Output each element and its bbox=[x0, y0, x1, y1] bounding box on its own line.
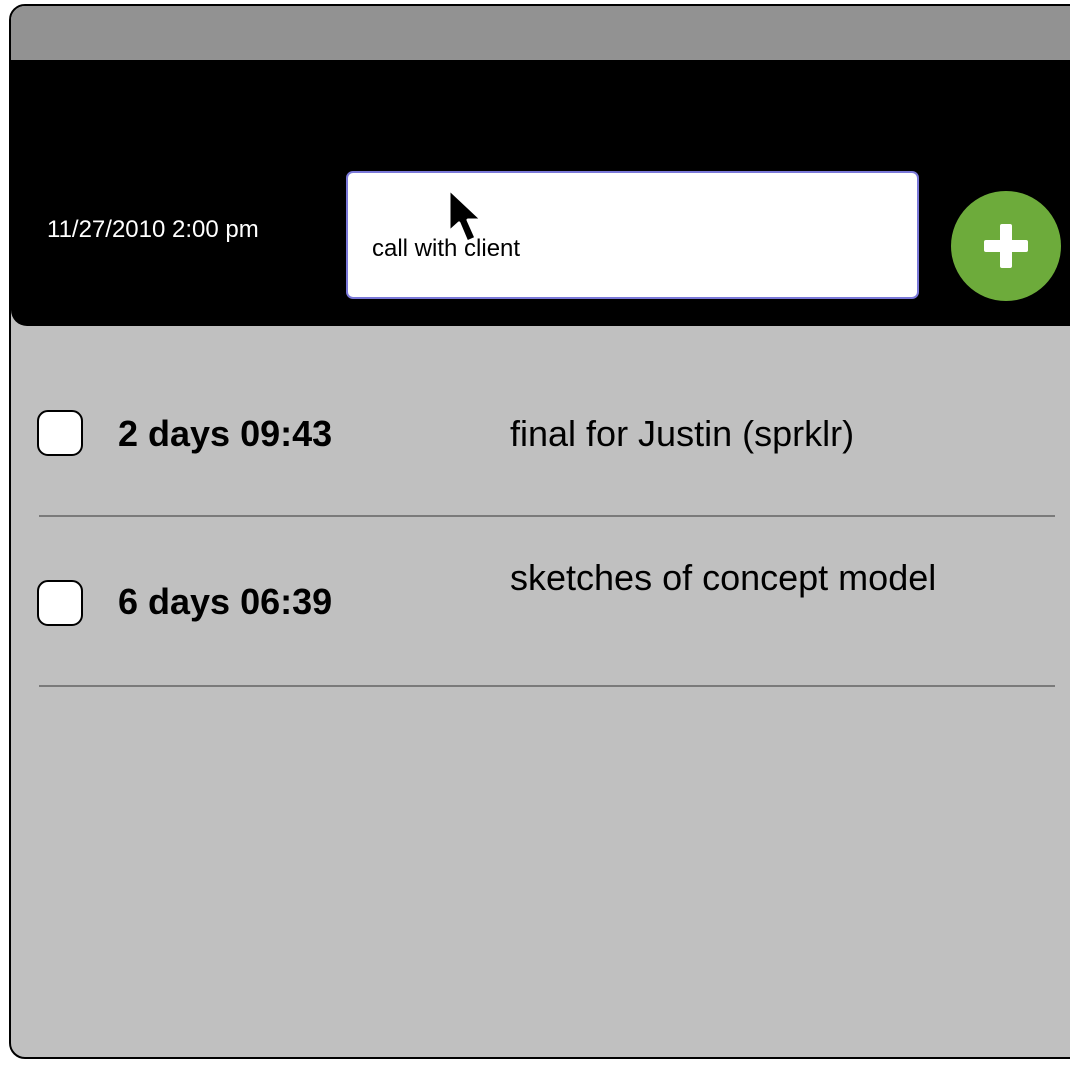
task-checkbox[interactable] bbox=[37, 410, 83, 456]
task-time-remaining: 6 days 06:39 bbox=[118, 581, 333, 622]
task-description: sketches of concept model bbox=[510, 557, 937, 598]
task-time-remaining: 2 days 09:43 bbox=[118, 413, 333, 454]
row-divider bbox=[39, 685, 1055, 687]
title-bar[interactable] bbox=[11, 6, 1070, 60]
new-task-header: 11/27/2010 2:00 pm bbox=[11, 60, 1070, 326]
row-divider bbox=[39, 515, 1055, 517]
app-window: 11/27/2010 2:00 pm 2 days 09:43 final fo… bbox=[9, 4, 1070, 1059]
task-checkbox[interactable] bbox=[37, 580, 83, 626]
task-description: final for Justin (sprklr) bbox=[510, 413, 855, 454]
datetime-label[interactable]: 11/27/2010 2:00 pm bbox=[47, 216, 259, 244]
plus-icon bbox=[984, 224, 1028, 268]
add-task-button[interactable] bbox=[951, 191, 1061, 301]
task-name-input[interactable] bbox=[346, 171, 919, 299]
